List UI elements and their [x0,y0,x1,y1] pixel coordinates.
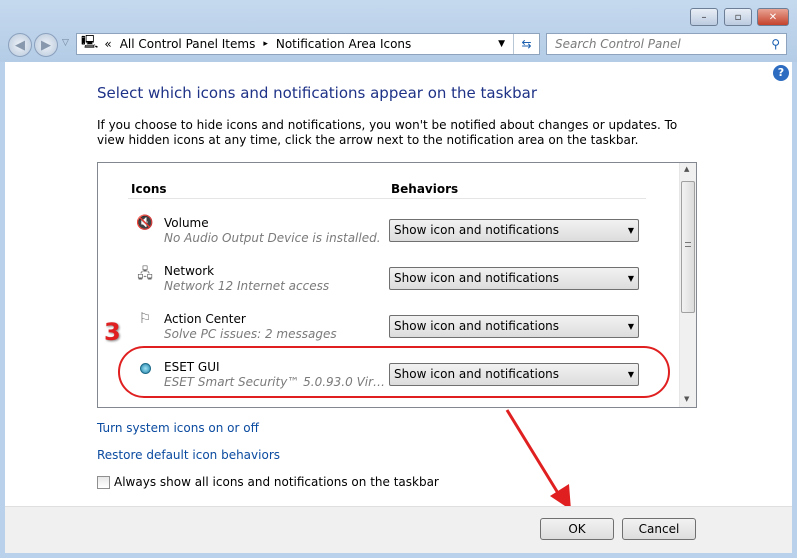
chevron-down-icon: ▼ [627,226,634,235]
flag-icon: ⚐ [138,311,152,327]
maximize-button[interactable]: ▫ [724,8,752,26]
highlight-ellipse [118,346,670,398]
item-name: Action Center [164,312,246,326]
volume-icon: 🔇 [136,215,154,231]
step-number: 3 [104,318,121,346]
breadcrumb-notification-area[interactable]: Notification Area Icons [276,37,411,51]
scroll-thumb[interactable] [681,181,695,313]
behavior-select-volume[interactable]: Show icon and notifications ▼ [389,219,639,242]
item-name: Volume [164,216,209,230]
select-value: Show icon and notifications [394,223,560,237]
column-header-icons: Icons [131,182,167,196]
header-divider [128,198,646,199]
search-placeholder: Search Control Panel [555,37,681,51]
turn-system-icons-link[interactable]: Turn system icons on or off [97,421,259,435]
network-icon: 🖧 [137,266,153,282]
cancel-button[interactable]: Cancel [622,518,696,540]
close-button[interactable]: ✕ [757,8,789,26]
forward-button[interactable]: ▶ [34,33,58,57]
item-name: Network [164,264,215,278]
scroll-down-icon[interactable]: ▼ [684,395,689,403]
page-description: If you choose to hide icons and notifica… [97,118,678,147]
item-desc: Network 12 Internet access [164,279,330,293]
always-show-checkbox[interactable] [97,475,110,489]
search-icon[interactable]: ⚲ [771,37,780,51]
checkbox-label: Always show all icons and notifications … [114,475,439,489]
ok-button[interactable]: OK [540,518,614,540]
select-value: Show icon and notifications [394,319,560,333]
chevron-down-icon: ▼ [627,274,634,283]
back-button[interactable]: ◀ [8,33,32,57]
select-value: Show icon and notifications [394,271,560,285]
recent-pages-dropdown[interactable]: ▽ [62,38,69,48]
minimize-button[interactable]: – [690,8,718,26]
scroll-up-icon[interactable]: ▲ [684,165,689,173]
breadcrumb-all-items[interactable]: All Control Panel Items [120,37,256,51]
arrow-annotation [505,409,571,510]
control-panel-icon: 🖳 [81,35,99,50]
address-bar[interactable]: 🖳 « All Control Panel Items ▸ Notificati… [76,33,540,55]
item-desc: Solve PC issues: 2 messages [164,327,337,341]
refresh-icon[interactable]: ⇆ [513,34,539,54]
breadcrumb-separator[interactable]: ▸ [263,39,268,49]
chevron-down-icon: ▼ [627,322,634,331]
page-title: Select which icons and notifications app… [97,84,537,102]
item-desc: No Audio Output Device is installed. [164,231,381,245]
address-dropdown-icon[interactable]: ▼ [498,39,505,49]
behavior-select-network[interactable]: Show icon and notifications ▼ [389,267,639,290]
help-icon[interactable]: ? [773,65,789,81]
restore-defaults-link[interactable]: Restore default icon behaviors [97,448,280,462]
behavior-select-action-center[interactable]: Show icon and notifications ▼ [389,315,639,338]
column-header-behaviors: Behaviors [391,182,459,196]
list-scrollbar[interactable]: ▲ ▼ [679,163,696,407]
search-input[interactable]: Search Control Panel ⚲ [546,33,787,55]
always-show-checkbox-row[interactable]: Always show all icons and notifications … [97,475,439,489]
address-overflow[interactable]: « [104,37,111,51]
